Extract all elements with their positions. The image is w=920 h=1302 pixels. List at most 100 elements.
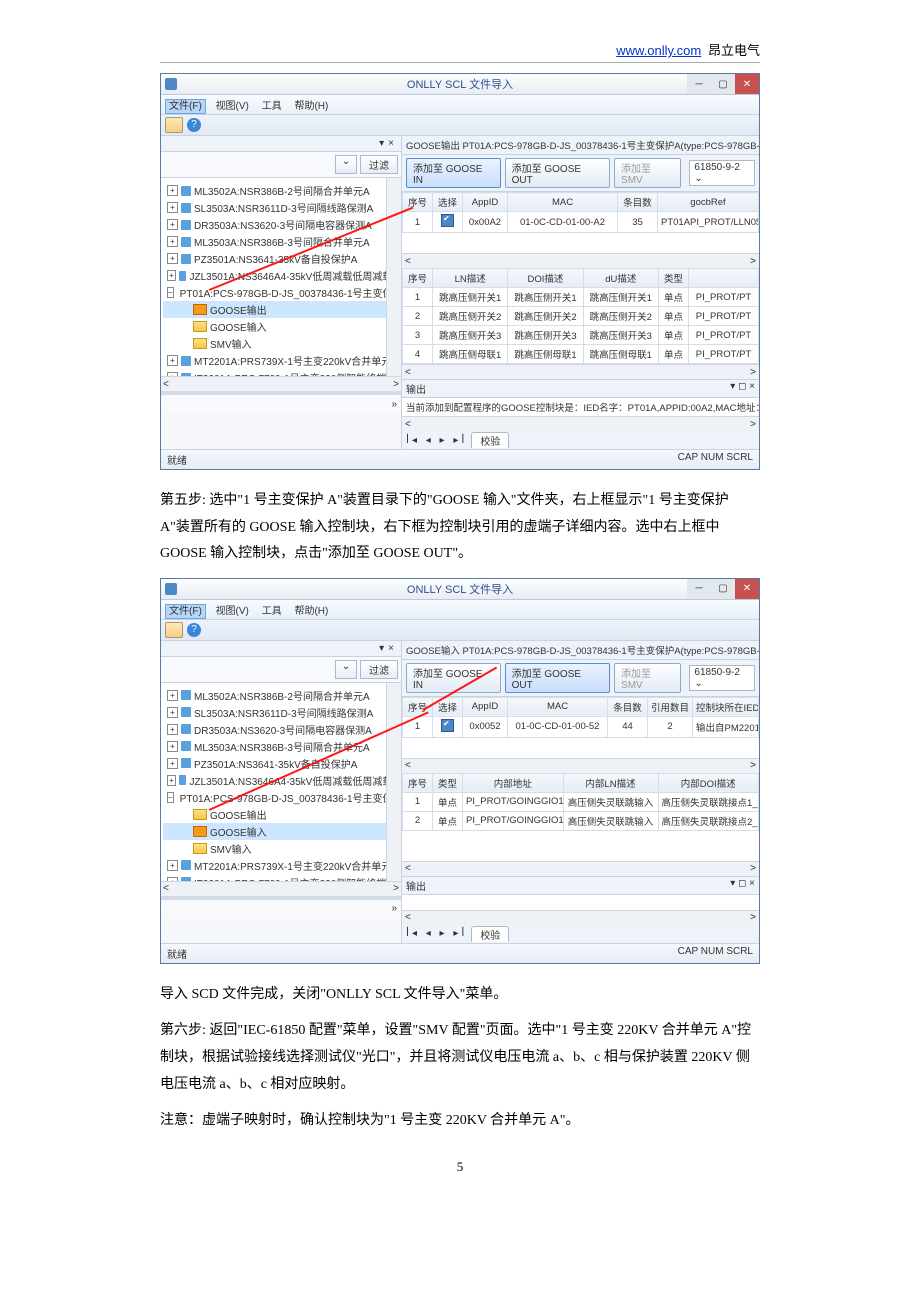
grid-hscrollbar[interactable]: <> <box>402 253 759 268</box>
app-icon <box>165 583 177 595</box>
window-title: ONLLY SCL 文件导入 <box>407 581 513 597</box>
tree-vscrollbar[interactable] <box>386 178 401 376</box>
bottom-grid[interactable]: 序号类型内部地址内部LN描述内部DOI描述 1单点PI_PROT/GOINGGI… <box>402 773 759 876</box>
window-title: ONLLY SCL 文件导入 <box>407 76 513 92</box>
menu-file[interactable]: 文件(F) <box>165 99 206 114</box>
paragraph-import-done: 导入 SCD 文件完成，关闭"ONLLY SCL 文件导入"菜单。 <box>160 982 760 1009</box>
grid-hscrollbar[interactable]: <> <box>402 364 759 379</box>
tree-smv-in[interactable]: SMV输入 <box>210 841 252 856</box>
tree-pane: ▾× ⌄ 过滤 +ML3502A:NSR386B-2号间隔合并单元A +SL35… <box>161 641 402 943</box>
table-row: 1跳高压侧开关1跳高压侧开关1跳高压侧开关1单点PI_PROT/PT <box>403 288 759 307</box>
close-button[interactable]: ✕ <box>735 579 759 599</box>
tree-goose-in[interactable]: GOOSE输入 <box>210 319 267 334</box>
menu-tools[interactable]: 工具 <box>259 605 285 618</box>
status-ready: 就绪 <box>167 946 187 961</box>
tree-hscrollbar[interactable]: <> <box>161 376 401 391</box>
status-caps: CAP NUM SCRL <box>678 946 753 961</box>
menubar: 文件(F) 视图(V) 工具 帮助(H) <box>161 95 759 115</box>
tree-smv-in[interactable]: SMV输入 <box>210 336 252 351</box>
close-button[interactable]: ✕ <box>735 74 759 94</box>
tab-verify[interactable]: 校验 <box>471 926 509 942</box>
table-row: 4跳高压侧母联1跳高压侧母联1跳高压侧母联1单点PI_PROT/PT <box>403 345 759 364</box>
titlebar[interactable]: ONLLY SCL 文件导入 ─ ▢ ✕ <box>161 74 759 95</box>
menu-view[interactable]: 视图(V) <box>213 100 252 113</box>
expand-icon[interactable]: » <box>391 903 397 914</box>
top-grid[interactable]: 序号选择AppIDMAC条目数引用数目控制块所在IED 10x005201-0C… <box>402 697 759 773</box>
output-title: 输出 <box>406 381 426 396</box>
minimize-button[interactable]: ─ <box>687 579 711 599</box>
menu-view[interactable]: 视图(V) <box>213 605 252 618</box>
expand-icon[interactable]: » <box>391 399 397 410</box>
table-row: 2单点PI_PROT/GOINGGIO1.SPCSO2.stVal高压侧失灵联跳… <box>403 811 759 830</box>
toolbar: ? <box>161 620 759 641</box>
menu-tools[interactable]: 工具 <box>259 100 285 113</box>
maximize-button[interactable]: ▢ <box>711 74 735 94</box>
pane-close-icon[interactable]: × <box>384 643 398 654</box>
add-goose-in-button[interactable]: 添加至 GOOSE IN <box>406 158 501 188</box>
add-goose-out-button[interactable]: 添加至 GOOSE OUT <box>505 663 610 693</box>
scl-import-window-2: ONLLY SCL 文件导入 ─ ▢ ✕ 文件(F) 视图(V) 工具 帮助(H… <box>160 578 760 964</box>
output-hscrollbar[interactable]: <> <box>402 910 759 925</box>
table-row: 2跳高压侧开关2跳高压侧开关2跳高压侧开关2单点PI_PROT/PT <box>403 307 759 326</box>
output-hscrollbar[interactable]: <> <box>402 416 759 431</box>
output-text: 当前添加到配置程序的GOOSE控制块是：IED名字：PT01A,APPID:00… <box>402 398 759 416</box>
tree-goose-out[interactable]: GOOSE输出 <box>210 807 267 822</box>
tab-verify[interactable]: 校验 <box>471 432 509 448</box>
row-checkbox[interactable] <box>441 719 454 732</box>
filter-button[interactable]: 过滤 <box>360 660 398 679</box>
help-icon[interactable]: ? <box>187 118 201 132</box>
standard-combo[interactable]: 61850-9-2 ⌄ <box>689 160 755 186</box>
device-tree[interactable]: +ML3502A:NSR386B-2号间隔合并单元A +SL3503A:NSR3… <box>161 683 401 881</box>
add-goose-out-button[interactable]: 添加至 GOOSE OUT <box>505 158 610 188</box>
row-checkbox[interactable] <box>441 214 454 227</box>
add-goose-in-button[interactable]: 添加至 GOOSE IN <box>406 663 501 693</box>
device-tree[interactable]: +ML3502A:NSR386B-2号间隔合并单元A +SL3503A:NSR3… <box>161 178 401 376</box>
page-header: www.onlly.com 昂立电气 <box>160 40 760 63</box>
status-ready: 就绪 <box>167 452 187 467</box>
top-grid[interactable]: 序号选择AppIDMAC条目数gocbRef 10x00A201-0C-CD-0… <box>402 192 759 268</box>
tree-hscrollbar[interactable]: <> <box>161 881 401 896</box>
open-icon[interactable] <box>165 117 183 133</box>
maximize-button[interactable]: ▢ <box>711 579 735 599</box>
tree-vscrollbar[interactable] <box>386 683 401 881</box>
tree-goose-in[interactable]: GOOSE输入 <box>210 824 267 839</box>
grid-hscrollbar[interactable]: <> <box>402 861 759 876</box>
context-info: GOOSE输出 PT01A:PCS-978GB-D-JS_00378436-1号… <box>402 136 759 155</box>
open-icon[interactable] <box>165 622 183 638</box>
menu-help[interactable]: 帮助(H) <box>291 100 331 113</box>
header-link[interactable]: www.onlly.com <box>616 43 701 58</box>
bottom-grid[interactable]: 序号LN描述DOI描述dU描述类型 1跳高压侧开关1跳高压侧开关1跳高压侧开关1… <box>402 268 759 379</box>
app-icon <box>165 78 177 90</box>
titlebar[interactable]: ONLLY SCL 文件导入 ─ ▢ ✕ <box>161 579 759 600</box>
paragraph-step5: 第五步: 选中"1 号主变保护 A"装置目录下的"GOOSE 输入"文件夹，右上… <box>160 488 760 568</box>
context-info: GOOSE输入 PT01A:PCS-978GB-D-JS_00378436-1号… <box>402 641 759 660</box>
paragraph-step6: 第六步: 返回"IEC-61850 配置"菜单，设置"SMV 配置"页面。选中"… <box>160 1018 760 1098</box>
table-row: 1单点PI_PROT/GOINGGIO1.SPCSO1.stVal高压侧失灵联跳… <box>403 792 759 811</box>
nav-first-icon[interactable]: ꟾ◂ ◂ ▸ ▸ꟾ <box>406 928 467 939</box>
help-icon[interactable]: ? <box>187 623 201 637</box>
output-text <box>402 895 759 910</box>
minimize-button[interactable]: ─ <box>687 74 711 94</box>
filter-dropdown[interactable]: ⌄ <box>335 660 357 679</box>
table-row: 10x00A201-0C-CD-01-00-A235PT01API_PROT/L… <box>403 212 759 233</box>
menu-file[interactable]: 文件(F) <box>165 604 206 619</box>
add-smv-button: 添加至 SMV <box>614 663 681 693</box>
table-row: 10x005201-0C-CD-01-00-52442输出自PM2201A-WM… <box>403 716 759 737</box>
header-brand: 昂立电气 <box>705 43 760 58</box>
scl-import-window-1: ONLLY SCL 文件导入 ─ ▢ ✕ 文件(F) 视图(V) 工具 帮助(H… <box>160 73 760 470</box>
grid-hscrollbar[interactable]: <> <box>402 758 759 773</box>
standard-combo[interactable]: 61850-9-2 ⌄ <box>689 665 755 691</box>
nav-first-icon[interactable]: ꟾ◂ ◂ ▸ ▸ꟾ <box>406 435 467 446</box>
menu-help[interactable]: 帮助(H) <box>291 605 331 618</box>
page-number: 5 <box>160 1159 760 1175</box>
status-caps: CAP NUM SCRL <box>678 452 753 467</box>
filter-button[interactable]: 过滤 <box>360 155 398 174</box>
table-row: 3跳高压侧开关3跳高压侧开关3跳高压侧开关3单点PI_PROT/PT <box>403 326 759 345</box>
filter-dropdown[interactable]: ⌄ <box>335 155 357 174</box>
pane-close-icon[interactable]: × <box>384 138 398 149</box>
output-pin-icon[interactable]: ▾ ◻ × <box>730 381 755 396</box>
output-pin-icon[interactable]: ▾ ◻ × <box>730 878 755 893</box>
tree-pane: ▾× ⌄ 过滤 +ML3502A:NSR386B-2号间隔合并单元A +SL35… <box>161 136 402 449</box>
tree-goose-out[interactable]: GOOSE输出 <box>210 302 267 317</box>
paragraph-note: 注意：虚端子映射时，确认控制块为"1 号主变 220KV 合并单元 A"。 <box>160 1108 760 1135</box>
